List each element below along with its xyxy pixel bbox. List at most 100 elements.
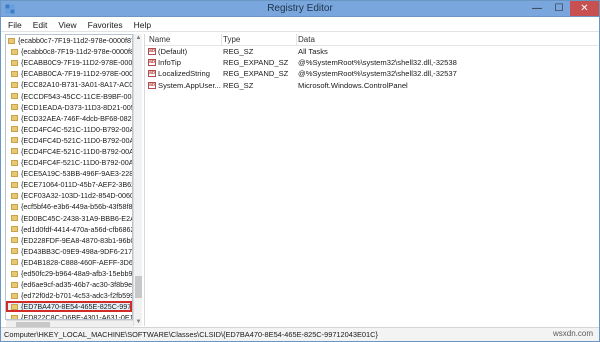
window-title: Registry Editor	[267, 3, 333, 14]
folder-icon	[11, 303, 18, 310]
folder-icon	[11, 70, 18, 77]
tree-item[interactable]: {ECD4FC4D-521C-11D0-B792-00A0	[6, 135, 132, 146]
tree-item[interactable]: {ECCDF543-45CC-11CE-B9BF-0080	[6, 90, 132, 101]
tree-item[interactable]: {ED822C8C-D6BE-4301-A631-0E141	[6, 312, 132, 320]
menu-bar: File Edit View Favorites Help	[1, 18, 599, 32]
tree-item-label: {ed50fc29-b964-48a9-afb3-15ebb9f	[21, 269, 132, 279]
tree-item-label: {ECD32AEA-746F-4dcb-BF68-08275	[21, 113, 132, 123]
values-list: Name Type Data ab (Default) REG_SZ All Task…	[144, 34, 598, 326]
folder-icon	[8, 37, 15, 44]
watermark: wsxdn.com	[553, 329, 594, 338]
tree-item[interactable]: {ed50fc29-b964-48a9-afb3-15ebb9f	[6, 268, 132, 279]
tree-item-label: {ECC82A10-B731-3A01-8A17-AC0D	[21, 80, 132, 90]
tree-item-label: {ECE5A19C-53BB-496F-9AE3-2283F	[21, 169, 132, 179]
folder-icon	[11, 148, 18, 155]
value-row[interactable]: ab System.AppUser... REG_SZ Microsoft.Windo…	[145, 80, 598, 91]
value-row[interactable]: ab (Default) REG_SZ All Tasks	[145, 46, 598, 57]
tree-item[interactable]: {ed72f0d2-b701-4c53-adc3-f2fb599	[6, 290, 132, 301]
tree-item[interactable]: {ECABB0CA-7F19-11D2-978E-0000F	[6, 68, 132, 79]
tree-item[interactable]: {ECE5A19C-53BB-496F-9AE3-2283F	[6, 168, 132, 179]
tree-item[interactable]: {ed6ae9cf-ad35-46b7-ac30-3f8b9e8	[6, 279, 132, 290]
scroll-up-icon[interactable]: ▲	[135, 34, 142, 42]
tree-item-label: {ED4B1828-C888-460F-AEFF-3D63F	[21, 257, 132, 267]
tree-scroll-thumb[interactable]	[135, 276, 142, 298]
folder-icon	[11, 281, 18, 288]
folder-icon	[11, 126, 18, 133]
value-data: @%SystemRoot%\system32\shell32.dll,-3253…	[298, 58, 457, 68]
tree-item-label: {ed72f0d2-b701-4c53-adc3-f2fb599	[21, 291, 132, 301]
menu-favorites[interactable]: Favorites	[81, 18, 127, 31]
tree-item-label: {ECE71064-011D-45b7-AEF2-3B626	[21, 180, 132, 190]
tree-item-label: {ed6ae9cf-ad35-46b7-ac30-3f8b9e8	[21, 280, 132, 290]
registry-key-tree[interactable]: {ecabb0c7-7F19-11d2-978e-0000f87 {ecabb0c…	[5, 34, 133, 320]
minimize-button[interactable]: —	[526, 1, 548, 16]
tree-item[interactable]: {ECF03A32-103D-11d2-854D-00600	[6, 190, 132, 201]
folder-icon	[11, 104, 18, 111]
list-header: Name Type Data	[145, 34, 598, 46]
tree-item[interactable]: {ecabb0c7-7F19-11d2-978e-0000f87	[6, 35, 132, 46]
tree-item-label: {ECF03A32-103D-11d2-854D-00600	[21, 191, 132, 201]
folder-icon	[11, 248, 18, 255]
tree-item[interactable]: {ECE71064-011D-45b7-AEF2-3B626	[6, 179, 132, 190]
value-type: REG_EXPAND_SZ	[223, 58, 289, 68]
tree-item[interactable]: {ECD32AEA-746F-4dcb-BF68-08275	[6, 113, 132, 124]
tree-item-label: {ECD1EADA-D373-11D3-8D21-0050	[21, 102, 132, 112]
menu-file[interactable]: File	[1, 18, 26, 31]
tree-item-selected[interactable]: {ED7BA470-8E54-465E-825C-99712	[6, 301, 132, 313]
string-value-icon: ab	[148, 81, 156, 89]
folder-icon	[11, 170, 18, 177]
tree-item[interactable]: {ECD4FC4E-521C-11D0-B792-00A0	[6, 146, 132, 157]
folder-icon	[11, 137, 18, 144]
tree-item-label: {ECCDF543-45CC-11CE-B9BF-0080	[21, 91, 132, 101]
tree-item-label: {ECD4FC4F-521C-11D0-B792-00A0	[21, 158, 132, 168]
column-header-data[interactable]: Data	[298, 35, 315, 45]
tree-item[interactable]: {ecabb0c8-7F19-11d2-978e-0000f87	[6, 46, 132, 57]
tree-vertical-scrollbar[interactable]: ▲ ▼	[133, 34, 142, 326]
tree-item[interactable]: {ECD4FC4C-521C-11D0-B792-00A0	[6, 124, 132, 135]
tree-item[interactable]: {ed1d0fdf-4414-470a-a56d-cfb6862	[6, 224, 132, 235]
value-data: Microsoft.Windows.ControlPanel	[298, 80, 408, 90]
value-data: @%SystemRoot%\system32\shell32.dll,-3253…	[298, 69, 457, 79]
tree-item[interactable]: {ED228FDF-9EA8-4870-83b1-96b02	[6, 235, 132, 246]
value-type: REG_EXPAND_SZ	[223, 69, 289, 79]
folder-icon	[11, 237, 18, 244]
title-bar[interactable]: Registry Editor — ☐ ✕	[1, 1, 599, 17]
tree-item[interactable]: {ECC82A10-B731-3A01-8A17-AC0D	[6, 79, 132, 90]
tree-item[interactable]: {ECD1EADA-D373-11D3-8D21-0050	[6, 102, 132, 113]
folder-icon	[11, 159, 18, 166]
tree-item[interactable]: {ECABB0C9-7F19-11D2-978E-0000F	[6, 57, 132, 68]
close-button[interactable]: ✕	[570, 1, 599, 16]
value-type: REG_SZ	[223, 80, 254, 90]
string-value-icon: ab	[148, 59, 156, 67]
tree-item-label: {ED228FDF-9EA8-4870-83b1-96b02	[21, 235, 132, 245]
value-name: LocalizedString	[158, 69, 210, 79]
menu-help[interactable]: Help	[127, 18, 155, 31]
menu-edit[interactable]: Edit	[26, 18, 52, 31]
tree-item-label: {ECABB0CA-7F19-11D2-978E-0000F	[21, 69, 132, 79]
value-type: REG_SZ	[223, 47, 254, 56]
tree-item-label: {ecf5bf46-e3b6-449a-b56b-43f58f8	[21, 202, 132, 212]
tree-item[interactable]: {ECD4FC4F-521C-11D0-B792-00A0	[6, 157, 132, 168]
registry-editor-window: Registry Editor — ☐ ✕ File Edit View Fav…	[0, 0, 600, 342]
folder-icon	[11, 226, 18, 233]
column-header-name[interactable]: Name	[149, 35, 170, 45]
tree-item[interactable]: {ED0BC45C-2438-31A9-BBB6-E2A3	[6, 213, 132, 224]
value-row[interactable]: ab InfoTip REG_EXPAND_SZ @%SystemRoot%\syst…	[145, 57, 598, 68]
folder-icon	[11, 259, 18, 266]
string-value-icon: ab	[148, 70, 156, 78]
status-bar: Computer\HKEY_LOCAL_MACHINE\SOFTWARE\Cla…	[1, 327, 599, 341]
string-value-icon: ab	[148, 48, 156, 55]
tree-item-label: {ED822C8C-D6BE-4301-A631-0E141	[21, 313, 132, 320]
tree-item[interactable]: {ED4B1828-C888-460F-AEFF-3D63F	[6, 257, 132, 268]
value-row[interactable]: ab LocalizedString REG_EXPAND_SZ @%SystemRo…	[145, 68, 598, 79]
tree-item-label: {ECD4FC4D-521C-11D0-B792-00A0	[21, 135, 132, 145]
tree-item-label: {ecabb0c7-7F19-11d2-978e-0000f87	[18, 36, 132, 46]
folder-icon	[11, 292, 18, 299]
scroll-down-icon[interactable]: ▼	[135, 318, 142, 326]
maximize-button[interactable]: ☐	[548, 1, 570, 16]
tree-item[interactable]: {ecf5bf46-e3b6-449a-b56b-43f58f8	[6, 201, 132, 212]
column-header-type[interactable]: Type	[223, 35, 240, 45]
tree-item[interactable]: {ED43BB3C-09E9-498a-9DF6-21772	[6, 246, 132, 257]
folder-icon	[11, 115, 18, 122]
menu-view[interactable]: View	[51, 18, 80, 31]
